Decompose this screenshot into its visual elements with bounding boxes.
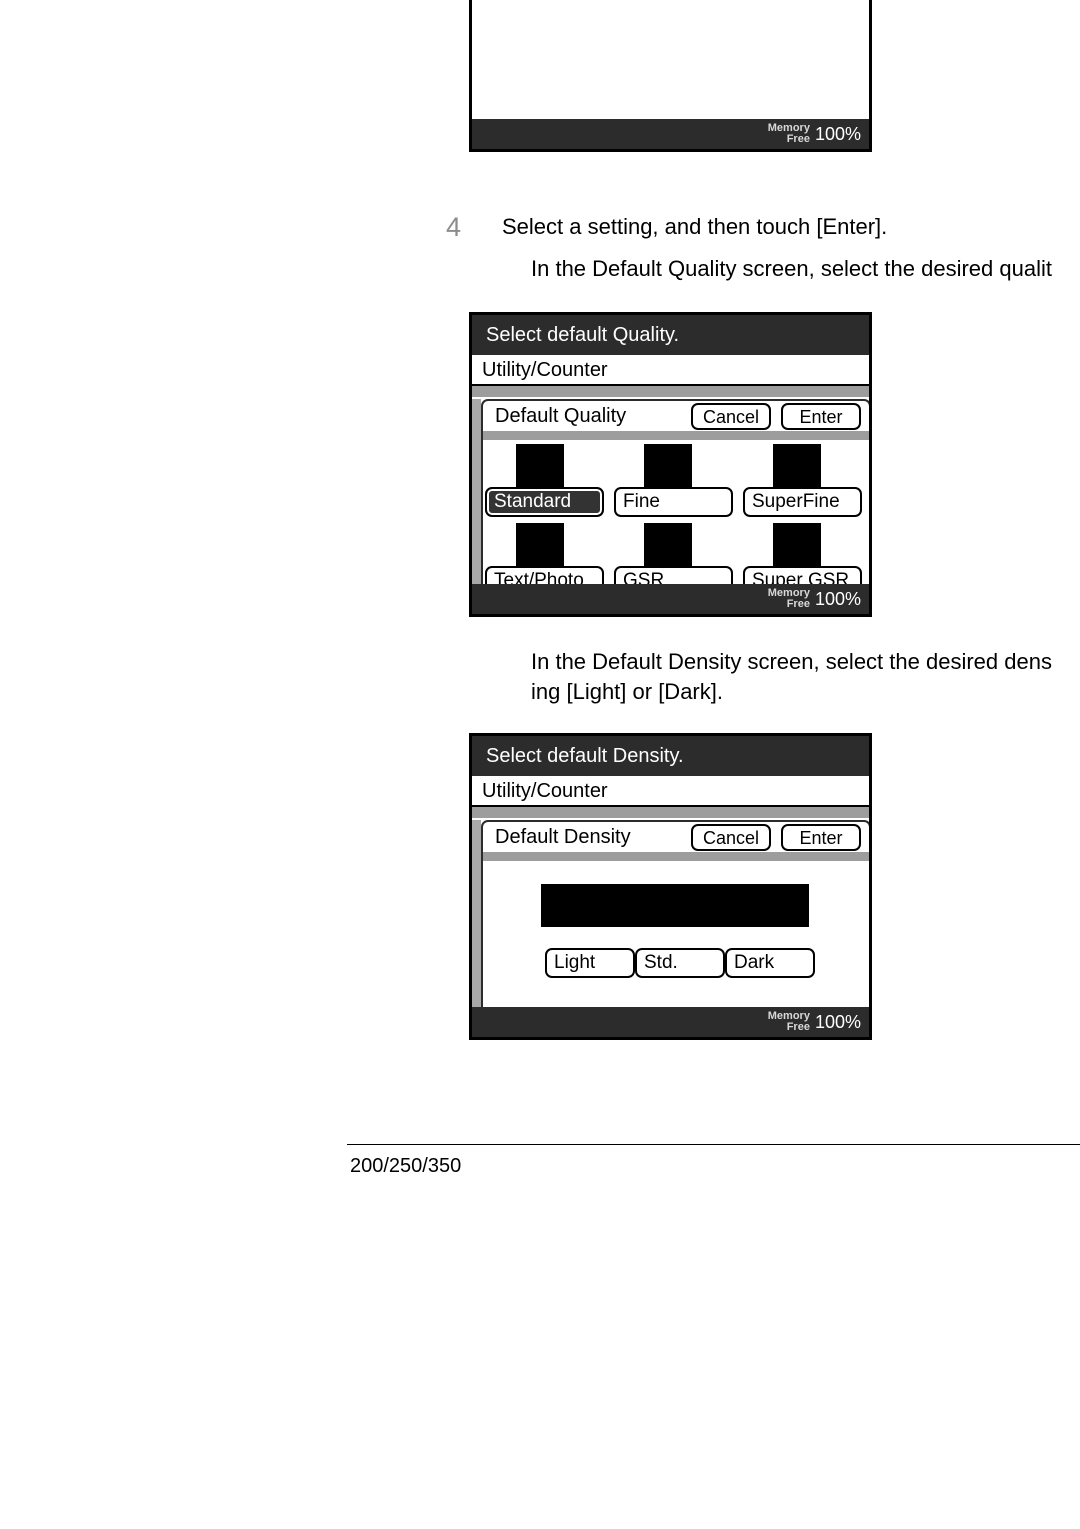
quality-panel-titlebar: Select default Quality. (472, 315, 869, 355)
quality-preview-swatch (644, 444, 692, 487)
quality-option-fine[interactable]: Fine (614, 487, 733, 517)
memory-label-line2: Free (786, 598, 810, 610)
quality-panel-body: Default Quality Cancel Enter Standard Fi… (472, 399, 869, 596)
lcd-panel-default-density: Select default Density. Utility/Counter … (469, 733, 872, 1040)
density-dialog-title: Default Density (495, 826, 631, 848)
density-dialog-divider (483, 852, 869, 861)
density-preview-bar (541, 884, 809, 927)
quality-panel-grey-band (472, 386, 869, 397)
panel-partial-body (472, 0, 869, 119)
quality-panel-footer: Memory Free 100% (472, 584, 869, 614)
density-panel-footer: Memory Free 100% (472, 1007, 869, 1037)
quality-option-standard[interactable]: Standard (485, 487, 604, 517)
step-number: 4 (446, 212, 462, 242)
lcd-panel-default-quality: Select default Quality. Utility/Counter … (469, 312, 872, 617)
density-dialog: Default Density Cancel Enter Light Std. … (481, 820, 869, 1011)
density-option-light[interactable]: Light (545, 948, 635, 978)
quality-dialog-title: Default Quality (495, 405, 627, 427)
quality-preview-swatch (773, 523, 821, 566)
lcd-panel-partial: Memory Free 100% (469, 0, 872, 152)
density-option-dark[interactable]: Dark (725, 948, 815, 978)
density-dialog-header: Default Density Cancel Enter (483, 822, 869, 861)
density-enter-button[interactable]: Enter (781, 824, 861, 851)
memory-label-line2: Free (786, 133, 810, 145)
memory-label-line2: Free (786, 1021, 810, 1033)
footer-divider (347, 1144, 1080, 1145)
density-screen-note-line2: ing [Light] or [Dark]. (531, 679, 723, 704)
memory-indicator: Memory Free 100% (768, 119, 861, 149)
quality-enter-button[interactable]: Enter (781, 403, 861, 430)
quality-option-superfine[interactable]: SuperFine (743, 487, 862, 517)
memory-label: Memory Free (768, 1011, 810, 1033)
density-cancel-button[interactable]: Cancel (691, 824, 771, 851)
memory-value: 100% (814, 123, 861, 144)
quality-left-rail (472, 399, 481, 584)
density-panel-titlebar: Select default Density. (472, 736, 869, 776)
quality-dialog: Default Quality Cancel Enter Standard Fi… (481, 399, 869, 596)
step-instruction: Select a setting, and then touch [Enter]… (502, 214, 888, 239)
density-panel-body: Default Density Cancel Enter Light Std. … (472, 820, 869, 1011)
quality-preview-swatch (644, 523, 692, 566)
quality-preview-swatch (773, 444, 821, 487)
quality-dialog-divider (483, 431, 869, 440)
memory-label: Memory Free (768, 123, 810, 145)
memory-label: Memory Free (768, 588, 810, 610)
quality-preview-swatch (516, 444, 564, 487)
quality-preview-swatch (516, 523, 564, 566)
density-screen-note-line1: In the Default Density screen, select th… (531, 649, 1052, 674)
quality-cancel-button[interactable]: Cancel (691, 403, 771, 430)
density-panel-grey-band (472, 807, 869, 818)
memory-indicator: Memory Free 100% (768, 1007, 861, 1037)
density-left-rail (472, 820, 481, 1007)
quality-dialog-header: Default Quality Cancel Enter (483, 401, 869, 440)
memory-value: 100% (814, 588, 861, 609)
memory-value: 100% (814, 1011, 861, 1032)
panel-partial-footer: Memory Free 100% (472, 119, 869, 149)
footer-model-label: 200/250/350 (350, 1155, 462, 1177)
density-panel-subbar: Utility/Counter (472, 776, 869, 807)
quality-panel-subbar: Utility/Counter (472, 355, 869, 386)
density-option-std[interactable]: Std. (635, 948, 725, 978)
quality-screen-note: In the Default Quality screen, select th… (531, 256, 1052, 281)
memory-indicator: Memory Free 100% (768, 584, 861, 614)
